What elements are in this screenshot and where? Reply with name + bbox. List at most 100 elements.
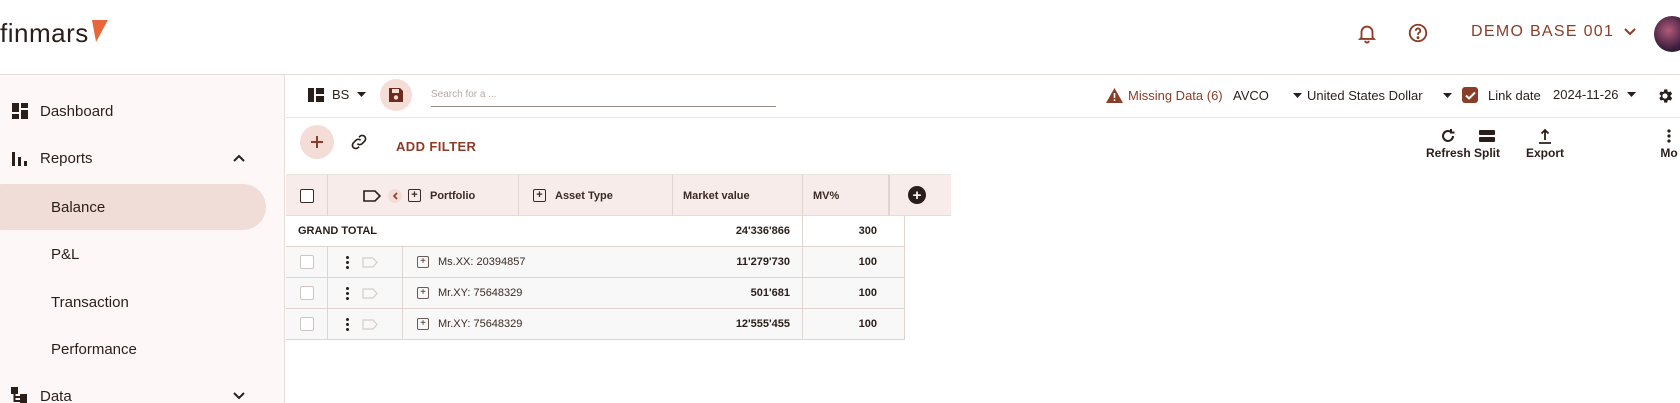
layout-selector[interactable]: BS bbox=[308, 87, 367, 102]
row-checkbox[interactable] bbox=[300, 286, 314, 300]
expand-row-icon[interactable]: + bbox=[417, 256, 429, 268]
column-portfolio[interactable]: + Portfolio bbox=[388, 175, 519, 216]
bar-chart-icon bbox=[12, 152, 27, 166]
add-button[interactable] bbox=[300, 125, 334, 159]
currency-select[interactable]: United States Dollar bbox=[1307, 88, 1452, 103]
add-filter-button[interactable]: ADD FILTER bbox=[396, 139, 476, 154]
label-tag-icon[interactable] bbox=[362, 256, 378, 268]
export-icon bbox=[1539, 128, 1551, 144]
column-asset-type[interactable]: + Asset Type bbox=[519, 175, 673, 216]
refresh-button[interactable]: Refresh bbox=[1426, 128, 1471, 160]
select-all-checkbox[interactable] bbox=[299, 188, 314, 203]
save-icon bbox=[389, 88, 403, 102]
sidebar-item-label: Dashboard bbox=[40, 102, 114, 120]
workspace-name: DEMO BASE 001 bbox=[1471, 23, 1615, 40]
mv-pct-cell: 100 bbox=[858, 287, 877, 299]
sidebar-item-label: Reports bbox=[40, 149, 93, 167]
sidebar-item-reports[interactable]: Reports bbox=[0, 135, 285, 181]
row-menu-icon[interactable] bbox=[345, 255, 349, 269]
export-button[interactable]: Export bbox=[1526, 128, 1564, 160]
avatar[interactable] bbox=[1654, 16, 1680, 52]
link-icon[interactable] bbox=[349, 132, 369, 152]
sidebar-item-label: P&L bbox=[51, 245, 80, 263]
missing-data-label: Missing Data (6) bbox=[1128, 88, 1223, 103]
more-button[interactable]: Mo bbox=[1660, 128, 1678, 160]
label-tag-icon[interactable] bbox=[362, 318, 378, 330]
label-tag-icon[interactable] bbox=[363, 189, 381, 202]
expand-group-icon[interactable]: + bbox=[533, 189, 546, 202]
mv-pct-cell: 100 bbox=[858, 256, 877, 268]
layout-icon bbox=[308, 87, 324, 102]
column-divider bbox=[904, 247, 905, 277]
sidebar-item-performance[interactable]: Performance bbox=[0, 326, 285, 372]
expand-row-icon[interactable]: + bbox=[417, 287, 429, 299]
more-icon bbox=[1667, 129, 1671, 143]
caret-down-icon bbox=[357, 92, 367, 97]
sidebar: Dashboard Reports Balance P&L Transactio… bbox=[0, 75, 285, 403]
report-date-value: 2024-11-26 bbox=[1553, 87, 1619, 102]
collapse-chevron-icon[interactable] bbox=[388, 188, 402, 203]
cost-method-value: AVCO bbox=[1233, 88, 1269, 103]
column-mv-pct[interactable]: MV% bbox=[803, 175, 890, 216]
grand-total-label: GRAND TOTAL bbox=[298, 225, 378, 237]
finmars-logo[interactable]: finmars bbox=[0, 18, 108, 48]
column-divider bbox=[402, 278, 403, 308]
column-label: Market value bbox=[683, 189, 750, 202]
label-tag-icon[interactable] bbox=[362, 287, 378, 299]
sidebar-item-data[interactable]: Data bbox=[0, 373, 285, 403]
market-value-cell: 501'681 bbox=[750, 287, 790, 299]
table-row[interactable]: + Mr.XY: 75648329 12'555'455 100 bbox=[286, 309, 905, 340]
workspace-selector[interactable]: DEMO BASE 001 bbox=[1471, 23, 1636, 41]
table-row[interactable]: + Mr.XY: 75648329 501'681 100 bbox=[286, 278, 905, 309]
split-button[interactable]: Split bbox=[1474, 128, 1500, 160]
save-layout-button[interactable] bbox=[380, 79, 412, 111]
chevron-up-icon[interactable] bbox=[232, 151, 246, 165]
cost-method-select[interactable]: AVCO bbox=[1233, 88, 1302, 103]
caret-down-icon bbox=[1442, 93, 1452, 98]
column-divider bbox=[904, 216, 905, 246]
sidebar-item-transaction[interactable]: Transaction bbox=[0, 279, 285, 325]
expand-group-icon[interactable]: + bbox=[408, 189, 421, 202]
sidebar-item-dashboard[interactable]: Dashboard bbox=[0, 88, 285, 134]
bell-icon[interactable] bbox=[1356, 22, 1378, 44]
top-header: finmars DEMO BASE 001 bbox=[0, 0, 1680, 75]
row-menu-icon[interactable] bbox=[345, 317, 349, 331]
column-market-value[interactable]: Market value bbox=[673, 175, 803, 216]
logo-mark-icon bbox=[87, 20, 108, 42]
column-divider bbox=[327, 278, 328, 308]
currency-value: United States Dollar bbox=[1307, 88, 1423, 103]
report-date-select[interactable]: 2024-11-26 bbox=[1553, 87, 1636, 102]
row-menu-icon[interactable] bbox=[345, 286, 349, 300]
sidebar-item-balance[interactable]: Balance bbox=[0, 184, 285, 230]
chevron-down-icon bbox=[1624, 28, 1636, 36]
help-icon[interactable] bbox=[1407, 22, 1429, 44]
add-column-button[interactable]: + bbox=[908, 186, 926, 204]
market-value-cell: 12'555'455 bbox=[735, 318, 790, 330]
portfolio-cell: Ms.XX: 20394857 bbox=[438, 256, 526, 268]
chevron-down-icon[interactable] bbox=[232, 389, 246, 403]
grand-total-mv-pct: 300 bbox=[858, 225, 877, 237]
grand-total-row: GRAND TOTAL 24'336'866 300 bbox=[286, 216, 905, 247]
tool-label: Split bbox=[1474, 146, 1500, 160]
column-label: Portfolio bbox=[430, 189, 476, 202]
gear-icon[interactable] bbox=[1656, 87, 1674, 105]
check-icon bbox=[1464, 91, 1476, 100]
expand-row-icon[interactable]: + bbox=[417, 318, 429, 330]
missing-data-button[interactable]: Missing Data (6) bbox=[1106, 88, 1223, 103]
tool-label: Refresh bbox=[1426, 146, 1471, 160]
column-divider bbox=[327, 247, 328, 277]
layout-name: BS bbox=[332, 87, 350, 102]
market-value-cell: 11'279'730 bbox=[736, 256, 790, 268]
column-label: MV% bbox=[813, 189, 840, 202]
refresh-icon bbox=[1442, 129, 1455, 142]
sidebar-item-pl[interactable]: P&L bbox=[0, 231, 285, 277]
table-row[interactable]: + Ms.XX: 20394857 11'279'730 100 bbox=[286, 247, 905, 278]
link-date-checkbox[interactable] bbox=[1462, 87, 1478, 103]
portfolio-cell: Mr.XY: 75648329 bbox=[438, 318, 523, 330]
row-checkbox[interactable] bbox=[300, 317, 314, 331]
search-input[interactable] bbox=[431, 83, 776, 107]
report-toolbar: BS Missing Data (6) AVCO United States D… bbox=[286, 75, 1680, 118]
row-checkbox[interactable] bbox=[300, 255, 314, 269]
tool-label: Mo bbox=[1660, 146, 1678, 160]
plus-icon bbox=[311, 136, 323, 148]
